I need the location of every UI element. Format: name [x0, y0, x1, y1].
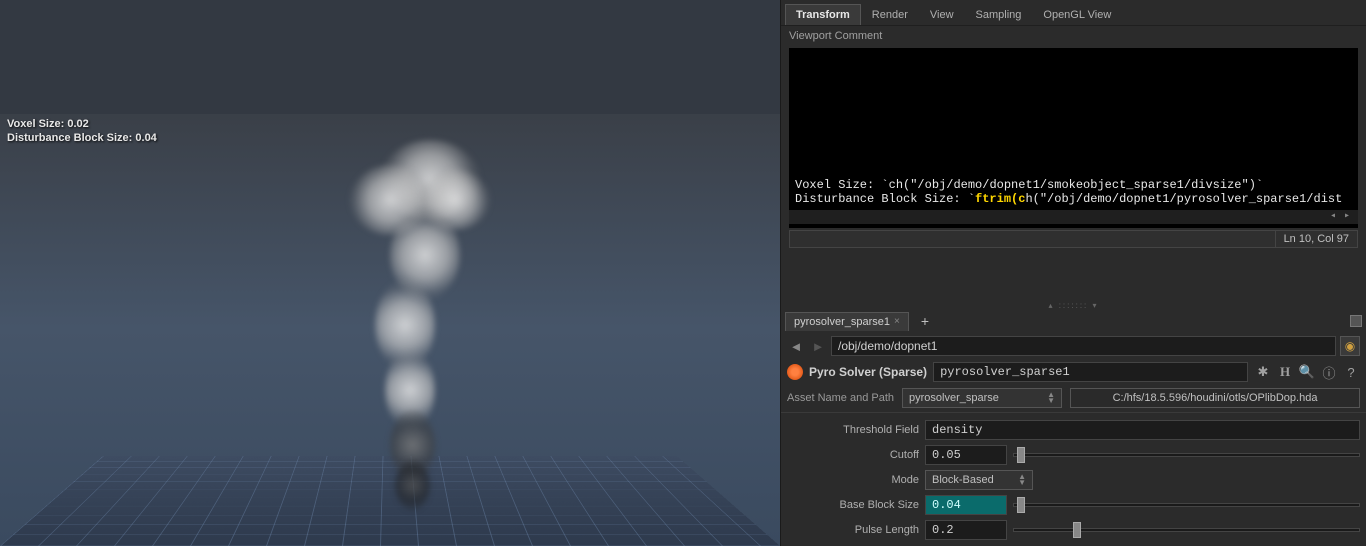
scroll-right-icon[interactable]: ▸: [1344, 210, 1350, 222]
node-header: Pyro Solver (Sparse) ✱ H 🔍 ⓘ ?: [781, 360, 1366, 384]
threshold-field-label: Threshold Field: [787, 424, 919, 436]
pin-icon[interactable]: [1350, 315, 1362, 327]
overlay-voxel-size: Voxel Size: 0.02: [7, 118, 89, 130]
asset-row: Asset Name and Path pyrosolver_sparse ▲▼…: [781, 384, 1366, 412]
close-tab-icon[interactable]: ×: [894, 316, 900, 327]
help-icon[interactable]: ?: [1342, 363, 1360, 381]
right-panel: Transform Render View Sampling OpenGL Vi…: [780, 0, 1366, 546]
pulse-length-slider[interactable]: [1013, 520, 1360, 540]
base-block-size-label: Base Block Size: [787, 499, 919, 511]
viewport-comment-editor[interactable]: Voxel Size: `ch("/obj/demo/dopnet1/smoke…: [789, 48, 1358, 228]
tab-render[interactable]: Render: [861, 4, 919, 25]
code-scrollbar[interactable]: ◂ ▸: [789, 210, 1358, 224]
tab-transform[interactable]: Transform: [785, 4, 861, 25]
cutoff-slider[interactable]: [1013, 445, 1360, 465]
node-path-input[interactable]: [831, 336, 1336, 356]
dropdown-arrows-icon: ▲▼: [1039, 392, 1055, 404]
code-content: Voxel Size: `ch("/obj/demo/dopnet1/smoke…: [795, 178, 1352, 206]
cutoff-input[interactable]: [925, 445, 1007, 465]
mode-dropdown[interactable]: Block-Based ▲▼: [925, 470, 1033, 490]
mode-label: Mode: [787, 474, 919, 486]
nav-forward-button[interactable]: ►: [809, 337, 827, 355]
threshold-field-input[interactable]: [925, 420, 1360, 440]
scroll-left-icon[interactable]: ◂: [1330, 210, 1336, 222]
search-icon[interactable]: 🔍: [1298, 363, 1316, 381]
nav-jump-icon[interactable]: ◉: [1340, 336, 1360, 356]
pulse-length-label: Pulse Length: [787, 524, 919, 536]
pulse-length-input[interactable]: [925, 520, 1007, 540]
cursor-position: Ln 10, Col 97: [1275, 231, 1357, 247]
camera-tab-strip: Transform Render View Sampling OpenGL Vi…: [781, 0, 1366, 26]
nav-row: ◄ ► ◉: [781, 332, 1366, 360]
viewport-sky: [0, 0, 780, 114]
asset-name-dropdown[interactable]: pyrosolver_sparse ▲▼: [902, 388, 1062, 408]
base-block-size-input[interactable]: [925, 495, 1007, 515]
cutoff-label: Cutoff: [787, 449, 919, 461]
smoke-plume: [340, 140, 510, 510]
base-block-size-slider[interactable]: [1013, 495, 1360, 515]
h-icon[interactable]: H: [1276, 363, 1294, 381]
node-tab-strip: pyrosolver_sparse1 × +: [781, 310, 1366, 332]
node-type-label: Pyro Solver (Sparse): [809, 365, 927, 379]
tab-opengl-view[interactable]: OpenGL View: [1032, 4, 1122, 25]
viewport-comment-label: Viewport Comment: [781, 26, 1366, 46]
info-icon[interactable]: ⓘ: [1320, 363, 1338, 381]
node-tab-pyrosolver[interactable]: pyrosolver_sparse1 ×: [785, 312, 909, 331]
add-tab-button[interactable]: +: [915, 313, 935, 329]
tab-sampling[interactable]: Sampling: [965, 4, 1033, 25]
nav-back-button[interactable]: ◄: [787, 337, 805, 355]
viewport-3d[interactable]: Voxel Size: 0.02 Disturbance Block Size:…: [0, 0, 780, 546]
asset-path-field[interactable]: C:/hfs/18.5.596/houdini/otls/OPlibDop.hd…: [1070, 388, 1360, 408]
parameter-list: Threshold Field Cutoff Mode Block-Based …: [781, 412, 1366, 546]
asset-label: Asset Name and Path: [787, 392, 894, 404]
panel-splitter[interactable]: ▴ ::::::: ▾: [781, 300, 1366, 310]
overlay-disturbance-size: Disturbance Block Size: 0.04: [7, 132, 157, 144]
gear-icon[interactable]: ✱: [1254, 363, 1272, 381]
tab-view[interactable]: View: [919, 4, 965, 25]
pyro-node-icon: [787, 364, 803, 380]
editor-statusbar: Ln 10, Col 97: [789, 230, 1358, 248]
node-name-input[interactable]: [933, 362, 1248, 382]
dropdown-arrows-icon: ▲▼: [1010, 474, 1026, 486]
viewport-grid: [0, 456, 780, 546]
